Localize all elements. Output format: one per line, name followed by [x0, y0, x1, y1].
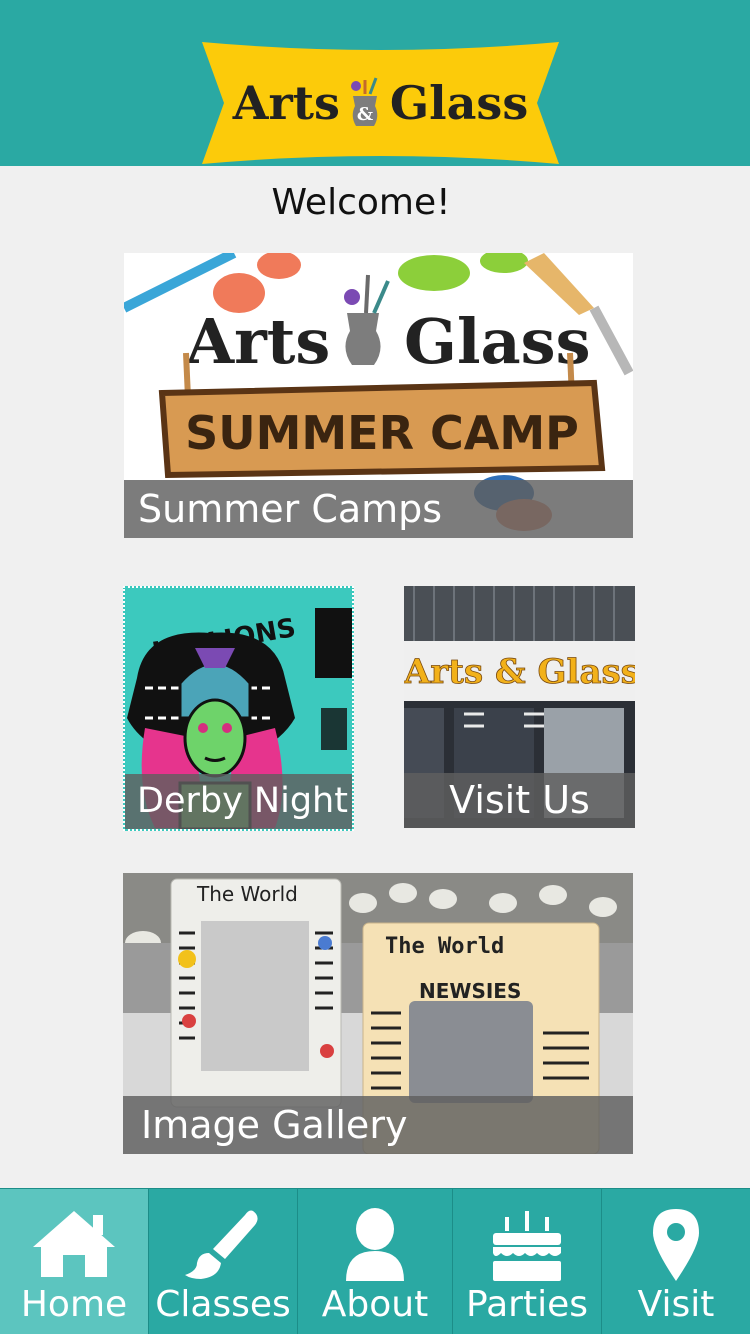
- camp-logo-arts: Arts: [185, 305, 330, 378]
- map-pin-icon: [651, 1207, 701, 1288]
- logo-text-arts: Arts: [232, 76, 340, 130]
- derby-night-caption: Derby Night: [125, 774, 352, 829]
- derby-night-tile[interactable]: HELLIONS Derby Night: [123, 586, 354, 831]
- tab-classes-label: Classes: [155, 1284, 291, 1325]
- visit-us-caption: Visit Us: [404, 773, 635, 828]
- image-gallery-tile[interactable]: The World The World NEWSIES Image Galler…: [123, 873, 633, 1154]
- summer-camps-tile[interactable]: Arts Glass SUMMER CAMP Summer Camps: [124, 253, 633, 538]
- frame1-title: The World: [196, 882, 298, 906]
- home-icon: [31, 1207, 117, 1284]
- image-gallery-caption: Image Gallery: [123, 1096, 633, 1154]
- tab-about[interactable]: About: [298, 1189, 453, 1334]
- tab-visit[interactable]: Visit: [602, 1189, 750, 1334]
- visit-us-tile[interactable]: Arts & Glass Visit Us: [404, 586, 635, 828]
- storefront-sign: Arts & Glass: [404, 652, 635, 692]
- camp-logo-glass: Glass: [404, 305, 590, 378]
- tab-visit-label: Visit: [637, 1284, 715, 1325]
- logo-amp: &: [357, 104, 373, 125]
- logo-text-glass: Glass: [389, 76, 529, 130]
- frame2-title: The World: [385, 934, 504, 959]
- paintbrush-icon: [183, 1207, 263, 1288]
- tab-parties[interactable]: Parties: [453, 1189, 602, 1334]
- welcome-heading: Welcome!: [271, 182, 451, 223]
- tab-home[interactable]: Home: [0, 1189, 149, 1334]
- tab-home-label: Home: [20, 1284, 128, 1325]
- app-header: Arts & Glass: [0, 0, 750, 166]
- tab-parties-label: Parties: [466, 1284, 588, 1325]
- arts-and-glass-logo: Arts & Glass: [202, 42, 559, 164]
- bottom-tab-bar: Home Classes About Parties Visit: [0, 1188, 750, 1334]
- cake-icon: [487, 1207, 567, 1288]
- vase-icon: &: [348, 76, 382, 130]
- tab-about-label: About: [321, 1284, 429, 1325]
- person-icon: [344, 1207, 406, 1286]
- summer-camp-sign: SUMMER CAMP: [185, 406, 579, 460]
- frame2-subtitle: NEWSIES: [419, 979, 521, 1003]
- summer-camps-caption: Summer Camps: [124, 480, 633, 538]
- tab-classes[interactable]: Classes: [149, 1189, 298, 1334]
